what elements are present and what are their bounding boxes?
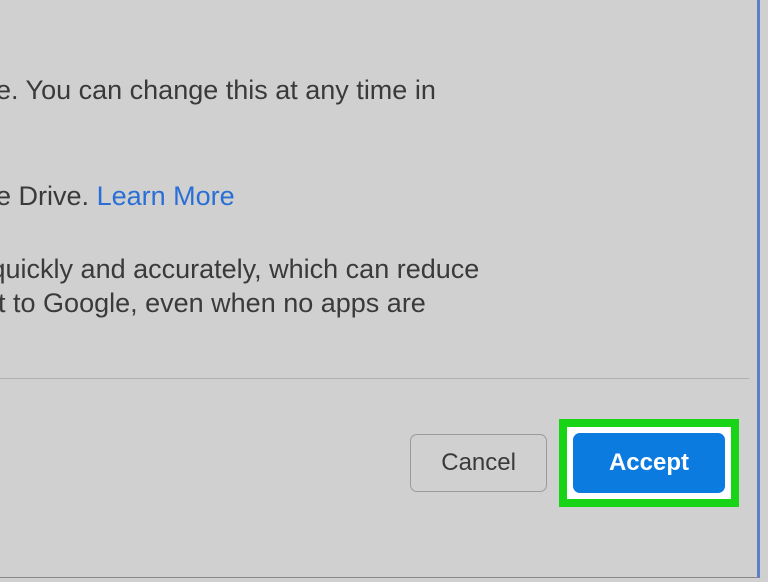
dialog-button-row: Cancel Accept xyxy=(410,419,739,507)
cancel-button[interactable]: Cancel xyxy=(410,434,547,492)
setting-text-3-line2: ent to Google, even when no apps are xyxy=(0,287,757,321)
setting-text-3: n quickly and accurately, which can redu… xyxy=(0,253,757,321)
learn-more-link[interactable]: Learn More xyxy=(97,181,235,211)
accept-highlight-box: Accept xyxy=(559,419,739,507)
google-services-dialog: ogle. You can change this at any time in… xyxy=(0,0,760,578)
dialog-content: ogle. You can change this at any time in… xyxy=(0,0,757,320)
accept-button[interactable]: Accept xyxy=(573,433,725,493)
divider xyxy=(0,378,749,379)
setting-text-3-line1: n quickly and accurately, which can redu… xyxy=(0,253,757,287)
setting-text-2-prefix: ogle Drive. xyxy=(0,181,97,211)
setting-text-2: ogle Drive. Learn More xyxy=(0,178,757,214)
setting-text-1: ogle. You can change this at any time in xyxy=(0,72,757,108)
